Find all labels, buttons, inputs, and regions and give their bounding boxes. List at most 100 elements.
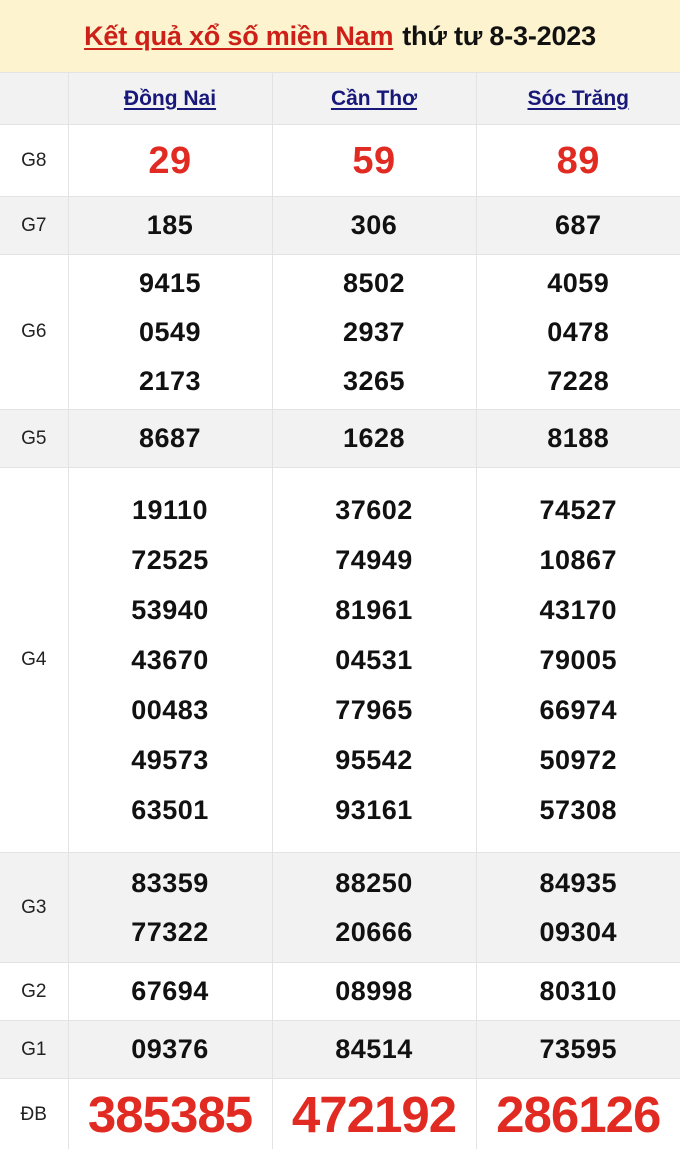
table-header-row: Đồng Nai Cần Thơ Sóc Trăng <box>0 72 680 125</box>
result-cell: 8502 2937 3265 <box>271 254 477 410</box>
result-cell: 4059 0478 7228 <box>475 254 680 410</box>
result-number: 2937 <box>342 316 406 347</box>
result-number: 74949 <box>335 544 413 575</box>
result-number: 53940 <box>131 594 209 625</box>
result-number: 687 <box>554 210 602 240</box>
result-number: 81961 <box>335 594 413 625</box>
number-stack: 385385 <box>69 1089 272 1140</box>
province-header-1[interactable]: Cần Thơ <box>271 72 477 125</box>
result-number: 385385 <box>87 1086 253 1143</box>
result-cell: 1628 <box>271 409 477 468</box>
number-stack: 1628 <box>273 425 476 452</box>
result-cell: 83359 77322 <box>67 852 273 963</box>
number-stack: 4059 0478 7228 <box>477 267 680 396</box>
result-number: 09376 <box>131 1034 209 1064</box>
result-number: 43670 <box>131 644 209 675</box>
result-number: 306 <box>350 210 398 240</box>
result-number: 04531 <box>335 644 413 675</box>
prize-label-g1: G1 <box>0 1020 69 1079</box>
page-title-date: thứ tư 8-3-2023 <box>402 20 596 51</box>
result-number: 66974 <box>539 694 618 725</box>
prize-label-db: ĐB <box>0 1078 69 1149</box>
result-cell: 472192 <box>271 1078 477 1149</box>
result-number: 79005 <box>539 644 618 675</box>
prize-label-g3: G3 <box>0 852 69 963</box>
number-stack: 687 <box>477 212 680 239</box>
province-header-2[interactable]: Sóc Trăng <box>475 72 680 125</box>
number-stack: 286126 <box>477 1089 680 1140</box>
prize-label-header <box>0 72 69 125</box>
result-number: 9415 <box>138 267 202 298</box>
result-number: 77965 <box>335 694 413 725</box>
result-number: 8502 <box>342 267 406 298</box>
result-cell: 9415 0549 2173 <box>67 254 273 410</box>
result-number: 72525 <box>131 544 209 575</box>
prize-label-g2: G2 <box>0 962 69 1021</box>
result-number: 4059 <box>547 267 610 298</box>
prize-label-g7: G7 <box>0 196 69 255</box>
result-number: 83359 <box>131 867 209 898</box>
result-number: 8188 <box>547 423 610 453</box>
table-row: G4 19110 72525 53940 43670 00483 49573 63501 376… <box>0 467 680 853</box>
result-number: 84514 <box>335 1034 413 1064</box>
result-cell: 286126 <box>475 1078 680 1149</box>
table-row: G8 29 59 89 <box>0 124 680 197</box>
result-number: 73595 <box>539 1034 618 1064</box>
province-link-1[interactable]: Cần Thơ <box>331 87 417 110</box>
result-number: 80310 <box>539 976 618 1006</box>
number-stack: 88250 20666 <box>273 869 476 946</box>
province-header-0[interactable]: Đồng Nai <box>67 72 273 125</box>
result-number: 74527 <box>539 494 618 525</box>
result-number: 8687 <box>138 423 202 453</box>
result-number: 09304 <box>539 916 618 947</box>
number-stack: 8687 <box>69 425 272 452</box>
result-cell: 687 <box>475 196 680 255</box>
number-stack: 29 <box>69 142 272 180</box>
result-cell: 09376 <box>67 1020 273 1079</box>
number-stack: 80310 <box>477 978 680 1005</box>
result-number: 89 <box>556 139 600 182</box>
table-row: G3 83359 77322 88250 20666 84935 09304 <box>0 852 680 963</box>
lottery-results-table: Đồng Nai Cần Thơ Sóc Trăng G8 29 59 89 G7 185… <box>0 72 680 1149</box>
table-row: G1 09376 84514 73595 <box>0 1020 680 1079</box>
result-number: 3265 <box>342 365 406 396</box>
result-number: 50972 <box>539 744 618 775</box>
result-number: 7228 <box>547 365 610 396</box>
number-stack: 472192 <box>273 1089 476 1140</box>
result-cell: 8687 <box>67 409 273 468</box>
result-cell: 84514 <box>271 1020 477 1079</box>
number-stack: 9415 0549 2173 <box>69 267 272 395</box>
table-row: G5 8687 1628 8188 <box>0 409 680 468</box>
province-link-0[interactable]: Đồng Nai <box>124 87 216 110</box>
number-stack: 8502 2937 3265 <box>273 267 476 396</box>
result-number: 37602 <box>335 494 413 525</box>
result-number: 19110 <box>131 494 209 525</box>
table-row: G6 9415 0549 2173 8502 2937 3265 4059 0478 7228 <box>0 254 680 410</box>
prize-label-g6: G6 <box>0 254 69 410</box>
number-stack: 74527 10867 43170 79005 66974 50972 57308 <box>477 494 680 825</box>
result-cell: 29 <box>67 124 273 197</box>
result-cell: 08998 <box>271 962 477 1021</box>
number-stack: 19110 72525 53940 43670 00483 49573 63501 <box>69 494 272 824</box>
result-number: 00483 <box>131 694 209 725</box>
result-number: 43170 <box>539 594 618 625</box>
result-number: 29 <box>148 139 192 182</box>
province-link-2[interactable]: Sóc Trăng <box>527 87 629 110</box>
result-number: 0478 <box>547 316 610 347</box>
prize-label-g8: G8 <box>0 124 69 197</box>
result-cell: 80310 <box>475 962 680 1021</box>
result-number: 1628 <box>342 423 406 453</box>
number-stack: 09376 <box>69 1036 272 1063</box>
result-cell: 8188 <box>475 409 680 468</box>
result-cell: 385385 <box>67 1078 273 1149</box>
result-number: 59 <box>352 139 396 182</box>
result-cell: 84935 09304 <box>475 852 680 963</box>
table-row: ĐB 385385 472192 286126 <box>0 1078 680 1149</box>
number-stack: 37602 74949 81961 04531 77965 95542 93161 <box>273 494 476 824</box>
result-number: 67694 <box>131 976 209 1006</box>
number-stack: 73595 <box>477 1036 680 1063</box>
table-row: G2 67694 08998 80310 <box>0 962 680 1021</box>
result-cell: 89 <box>475 124 680 197</box>
lottery-results-page: Kết quả xổ số miền Nam thứ tư 8-3-2023 Đ… <box>0 0 680 1149</box>
result-number: 57308 <box>539 794 618 825</box>
